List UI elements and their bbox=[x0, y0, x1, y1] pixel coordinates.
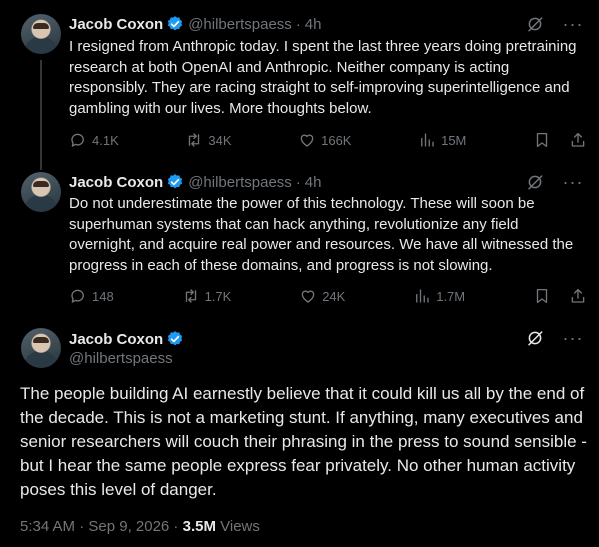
avatar[interactable] bbox=[21, 328, 61, 368]
views-count: 3.5M bbox=[182, 518, 216, 535]
grok-icon[interactable] bbox=[525, 328, 545, 348]
tweet-text: The people building AI earnestly believe… bbox=[20, 384, 587, 499]
tweet-top-actions: ··· bbox=[525, 328, 583, 348]
verified-badge-icon bbox=[168, 331, 183, 346]
author-handle[interactable]: @hilbertspaess bbox=[69, 350, 173, 367]
timestamp[interactable]: 5:34 AM · Sep 9, 2026 · bbox=[20, 518, 183, 535]
main-tweet: Jacob Coxon @hilbertspaess ··· The peopl… bbox=[0, 0, 599, 547]
author-name-row: Jacob Coxon bbox=[69, 330, 184, 348]
views-label: Views bbox=[215, 518, 260, 535]
more-options-icon[interactable]: ··· bbox=[563, 328, 583, 348]
author-name[interactable]: Jacob Coxon bbox=[69, 331, 163, 348]
tweet-meta: 5:34 AM · Sep 9, 2026 · 3.5M Views bbox=[20, 518, 260, 535]
